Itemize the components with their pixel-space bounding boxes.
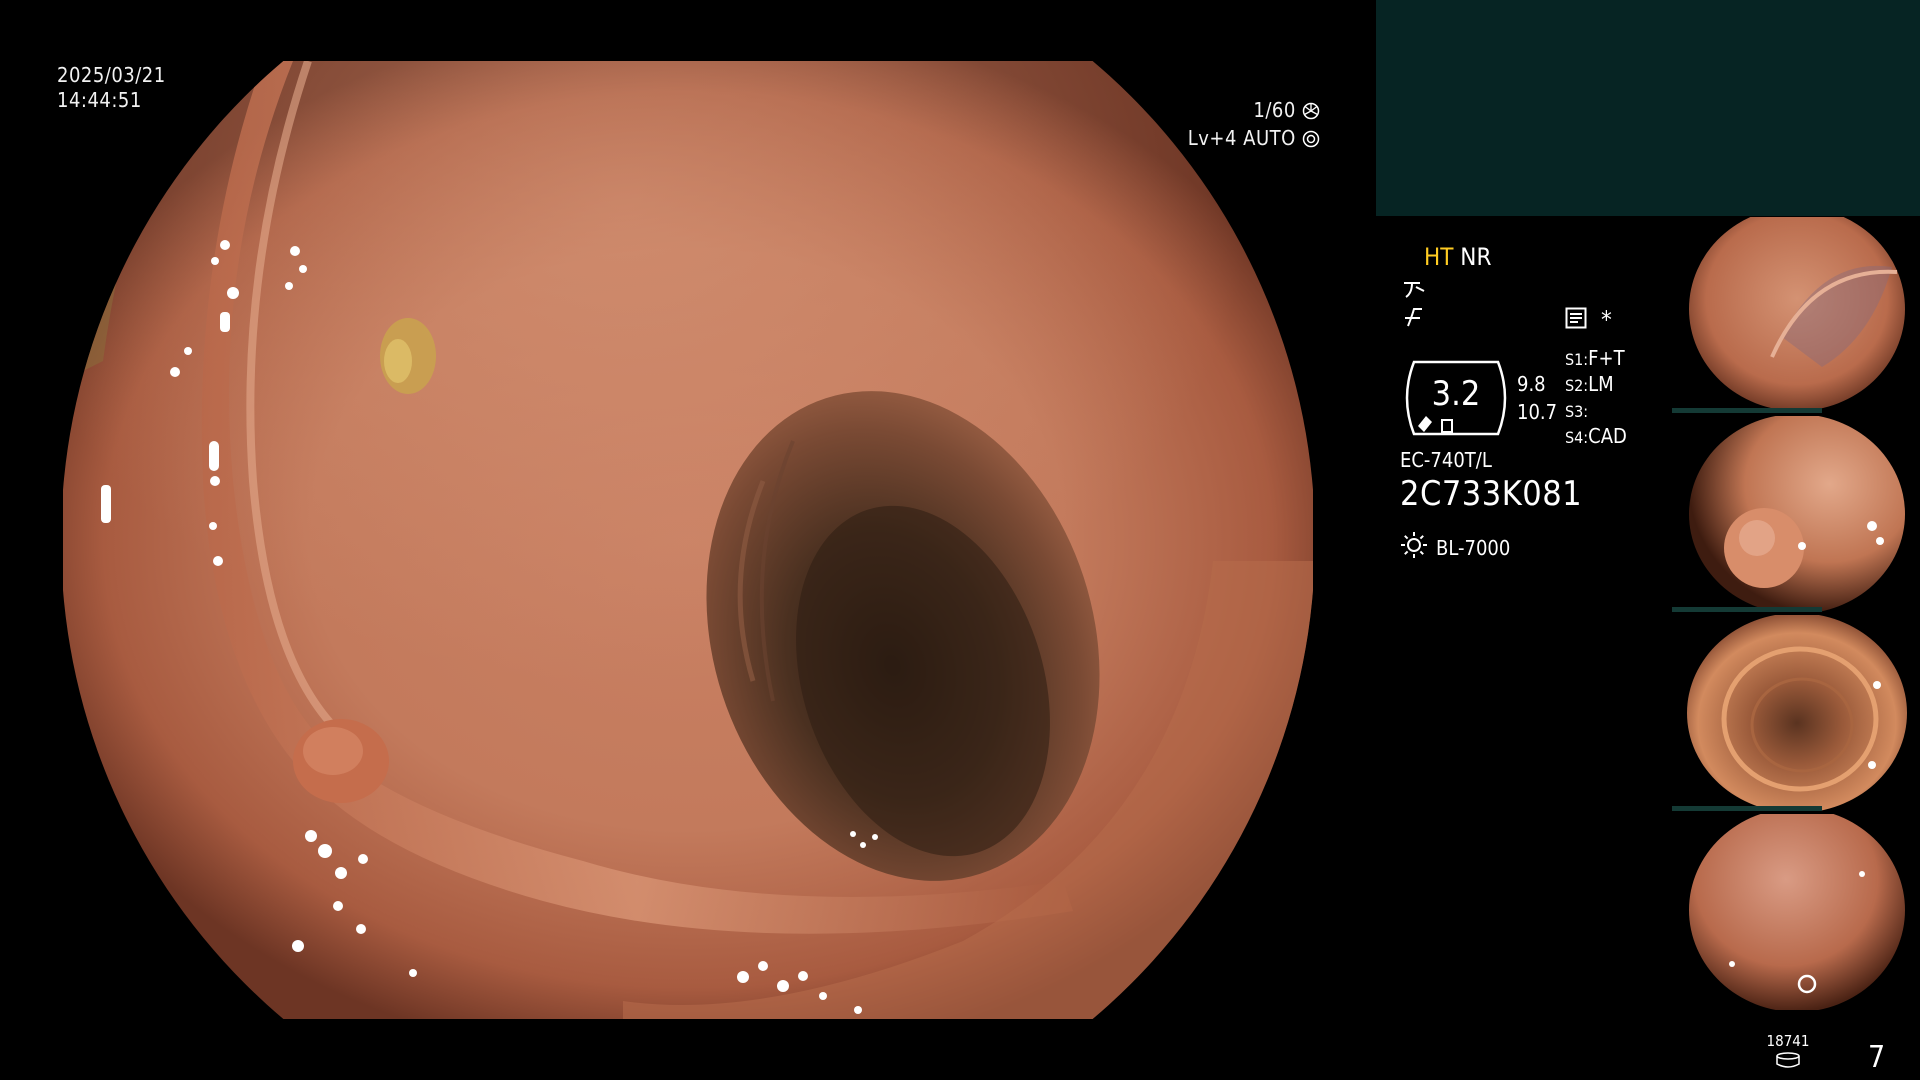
numeric-values: 9.8 10.7 bbox=[1517, 370, 1557, 426]
image-count: 7 bbox=[1868, 1040, 1886, 1075]
info-panel-top bbox=[1376, 0, 1920, 216]
gear-icon bbox=[1302, 129, 1320, 154]
iris-readout: Lv+4 AUTO bbox=[1140, 126, 1320, 154]
scope-serial: 2C733K081 bbox=[1400, 474, 1583, 514]
value-b: 10.7 bbox=[1517, 400, 1558, 424]
ht-label: HT bbox=[1424, 243, 1454, 271]
record-count: 18741 bbox=[1766, 1032, 1810, 1050]
shutter-readout: 1/60 bbox=[1140, 98, 1320, 126]
sun-icon bbox=[1400, 531, 1428, 564]
thumbnail-4[interactable] bbox=[1672, 814, 1920, 1010]
freeze-icon bbox=[1402, 306, 1428, 334]
edge-enhance-icon bbox=[1402, 277, 1428, 303]
switch-row: S3: bbox=[1565, 402, 1589, 421]
switch-list: S1:F+T S2:LM S3: S4:CAD bbox=[1565, 346, 1627, 450]
switch-row: S4:CAD bbox=[1565, 424, 1627, 448]
scope-model: EC-740T/L bbox=[1400, 448, 1492, 472]
aperture-icon bbox=[1302, 101, 1320, 126]
nr-label: NR bbox=[1460, 243, 1492, 271]
thumbnail-bar bbox=[1672, 806, 1822, 811]
light-source-value: BL-7000 bbox=[1436, 535, 1511, 560]
record-counter: 18741 bbox=[1764, 1032, 1812, 1072]
thumbnail-2[interactable] bbox=[1672, 416, 1920, 612]
light-source: BL-7000 bbox=[1400, 531, 1510, 564]
date: 2025/03/21 bbox=[57, 63, 166, 87]
switch-row: S2:LM bbox=[1565, 372, 1614, 396]
thumbnail-1[interactable] bbox=[1672, 217, 1920, 413]
datetime: 2025/03/21 14:44:51 bbox=[57, 63, 166, 113]
storage-icon bbox=[1764, 1052, 1812, 1072]
endoscopy-monitor: { "datetime": { "date": "2025/03/21", "t… bbox=[0, 0, 1920, 1080]
zoom-value: 3.2 bbox=[1431, 374, 1481, 414]
image-mode-labels: HT NR bbox=[1424, 243, 1491, 271]
video-overlay: 1/60 Lv+4 AUTO bbox=[1140, 98, 1320, 154]
thumbnail-bar bbox=[1672, 408, 1822, 413]
time: 14:44:51 bbox=[57, 88, 142, 112]
endoscopic-image bbox=[63, 61, 1313, 1019]
level-value: Lv+4 bbox=[1187, 126, 1237, 150]
value-a: 9.8 bbox=[1517, 372, 1546, 396]
zoom-dial: 3.2 bbox=[1400, 352, 1512, 444]
memo-icon bbox=[1565, 307, 1587, 333]
asterisk-indicator: * bbox=[1601, 306, 1612, 334]
thumbnail-bar bbox=[1672, 607, 1822, 612]
iris-value: AUTO bbox=[1243, 126, 1296, 150]
thumbnail-3[interactable] bbox=[1672, 615, 1920, 811]
switch-row: S1:F+T bbox=[1565, 346, 1625, 370]
shutter-value: 1/60 bbox=[1253, 98, 1296, 122]
